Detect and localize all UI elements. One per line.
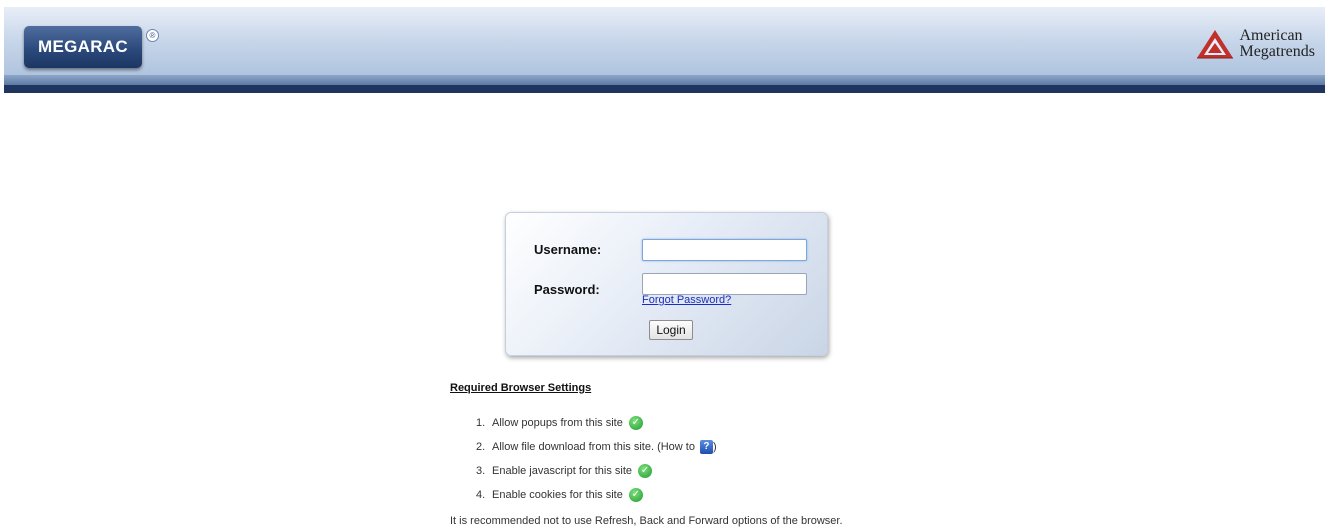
username-input[interactable] [642,239,807,261]
password-label: Password: [534,282,600,297]
forgot-password-link[interactable]: Forgot Password? [642,294,731,306]
american-megatrends-logo: American Megatrends [1195,28,1315,60]
list-item: 1. Allow popups from this site ✓ [476,411,717,435]
ami-brand-line2: Megatrends [1239,43,1315,60]
item-text: Enable cookies for this site [492,489,623,501]
check-icon: ✓ [628,416,643,430]
ami-brand-line1: American [1239,27,1303,44]
login-panel: Username: Password: Forgot Password? Log… [505,212,828,356]
ami-triangle-icon [1197,30,1234,59]
list-item: 3. Enable javascript for this site ✓ [476,459,717,483]
item-number: 1. [476,417,486,429]
registered-mark: ® [146,29,159,42]
password-input[interactable] [642,273,807,295]
username-label: Username: [534,242,602,257]
item-text: Allow popups from this site [492,417,623,429]
item-suffix: ) [712,441,717,453]
list-item: 4. Enable cookies for this site ✓ [476,483,717,507]
megarac-logo: MEGARAC [24,26,142,68]
help-icon[interactable]: ? [699,440,713,454]
ami-brand-text: American Megatrends [1239,28,1315,60]
item-number: 3. [476,465,486,477]
browser-settings-title: Required Browser Settings [450,382,592,394]
list-item: 2. Allow file download from this site. (… [476,435,717,459]
login-button[interactable]: Login [649,320,693,340]
item-number: 2. [476,441,486,453]
header-bar: MEGARAC ® American Megatrends [4,7,1325,93]
item-text: Allow file download from this site. (How… [492,441,695,453]
logo-text: MEGARAC [38,37,128,56]
check-icon: ✓ [638,464,653,478]
browser-warning-note: It is recommended not to use Refresh, Ba… [450,515,843,527]
item-number: 4. [476,489,486,501]
check-icon: ✓ [628,488,643,502]
browser-settings-list: 1. Allow popups from this site ✓ 2. Allo… [476,411,717,507]
item-text: Enable javascript for this site [492,465,633,477]
